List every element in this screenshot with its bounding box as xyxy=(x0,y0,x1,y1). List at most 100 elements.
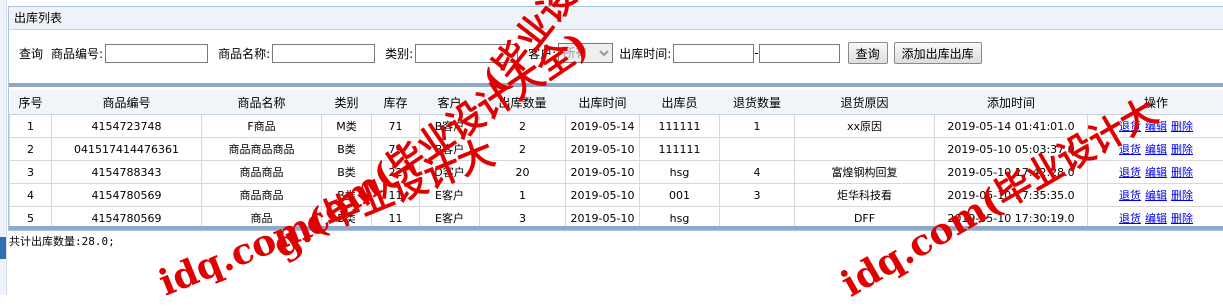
col-header: 出库时间 xyxy=(566,90,640,115)
query-label: 查询 xyxy=(19,45,43,62)
cell-return-reason xyxy=(795,138,935,161)
table-row: 4 4154780569 商品商品 B类 11 E客户 1 2019-05-10… xyxy=(10,184,1223,207)
cell-no: 1 xyxy=(10,115,52,138)
cell-added-time: 2019-05-14 01:41:01.0 xyxy=(935,115,1088,138)
cell-return-reason: 富煌钢构回复 xyxy=(795,161,935,184)
panel-title: 出库列表 xyxy=(9,7,1223,30)
product-name-input[interactable] xyxy=(272,44,375,63)
col-header: 退货数量 xyxy=(720,90,795,115)
cell-customer: E客户 xyxy=(420,184,480,207)
col-header: 出库员 xyxy=(640,90,720,115)
cell-return-reason: 炬华科技看 xyxy=(795,184,935,207)
col-header: 序号 xyxy=(10,90,52,115)
cell-customer: B客户 xyxy=(420,138,480,161)
cell-return-qty: 3 xyxy=(720,184,795,207)
product-code-input[interactable] xyxy=(105,44,208,63)
delete-link[interactable]: 删除 xyxy=(1171,189,1193,202)
customer-label: 客户: xyxy=(528,45,556,62)
outbound-list-panel: 出库列表 查询 商品编号: 商品名称: 类别: 客户: 所有 出库时间: - 查… xyxy=(8,6,1223,231)
cell-out-time: 2019-05-10 xyxy=(566,184,640,207)
category-label: 类别: xyxy=(385,45,413,62)
category-input[interactable] xyxy=(415,44,518,63)
cell-operator: hsg xyxy=(640,161,720,184)
cell-return-qty: 4 xyxy=(720,161,795,184)
cell-category: B类 xyxy=(322,138,372,161)
col-header: 商品编号 xyxy=(52,90,202,115)
cell-qty: 1 xyxy=(480,184,566,207)
delete-link[interactable]: 删除 xyxy=(1171,212,1193,225)
delete-link[interactable]: 删除 xyxy=(1171,143,1193,156)
cell-operator: 111111 xyxy=(640,138,720,161)
cell-qty: 2 xyxy=(480,115,566,138)
customer-select[interactable]: 所有 xyxy=(558,43,613,63)
cell-qty: 2 xyxy=(480,138,566,161)
cell-operator: 001 xyxy=(640,184,720,207)
col-header: 退货原因 xyxy=(795,90,935,115)
cell-code: 4154788343 xyxy=(52,161,202,184)
col-header: 出库数量 xyxy=(480,90,566,115)
cell-out-time: 2019-05-10 xyxy=(566,138,640,161)
cell-name: 商品商品商品 xyxy=(202,138,322,161)
return-link[interactable]: 退货 xyxy=(1119,120,1141,133)
col-header: 类别 xyxy=(322,90,372,115)
return-link[interactable]: 退货 xyxy=(1119,189,1141,202)
cell-stock: 11 xyxy=(372,184,420,207)
col-header: 操作 xyxy=(1088,90,1223,115)
cell-name: 商品商品 xyxy=(202,184,322,207)
edit-link[interactable]: 编辑 xyxy=(1145,120,1167,133)
cell-no: 2 xyxy=(10,138,52,161)
cell-added-time: 2019-05-10 17:35:35.0 xyxy=(935,184,1088,207)
cell-code: 4154723748 xyxy=(52,115,202,138)
cell-qty: 20 xyxy=(480,161,566,184)
cell-added-time: 2019-05-10 17:42:28.0 xyxy=(935,161,1088,184)
edit-link[interactable]: 编辑 xyxy=(1145,166,1167,179)
cell-name: F商品 xyxy=(202,115,322,138)
cell-return-qty xyxy=(720,138,795,161)
cell-no: 3 xyxy=(10,161,52,184)
cell-actions: 退货编辑删除 xyxy=(1088,161,1223,184)
cell-operator: 111111 xyxy=(640,115,720,138)
cell-code: 4154780569 xyxy=(52,184,202,207)
col-header: 客户 xyxy=(420,90,480,115)
code-label: 商品编号: xyxy=(51,45,103,62)
return-link[interactable]: 退货 xyxy=(1119,166,1141,179)
edit-link[interactable]: 编辑 xyxy=(1145,143,1167,156)
cell-category: B类 xyxy=(322,161,372,184)
cell-category: B类 xyxy=(322,184,372,207)
cell-out-time: 2019-05-10 xyxy=(566,161,640,184)
return-link[interactable]: 退货 xyxy=(1119,212,1141,225)
return-link[interactable]: 退货 xyxy=(1119,143,1141,156)
grid-top-band xyxy=(9,83,1223,87)
col-header: 库存 xyxy=(372,90,420,115)
date-from-input[interactable] xyxy=(673,44,754,63)
cell-added-time: 2019-05-10 05:03:37.0 xyxy=(935,138,1088,161)
cell-no: 4 xyxy=(10,184,52,207)
date-to-input[interactable] xyxy=(759,44,840,63)
delete-link[interactable]: 删除 xyxy=(1171,120,1193,133)
cell-actions: 退货编辑删除 xyxy=(1088,115,1223,138)
delete-link[interactable]: 删除 xyxy=(1171,166,1193,179)
frame-indicator xyxy=(0,237,6,259)
cell-category: M类 xyxy=(322,115,372,138)
outbound-table: 序号 商品编号 商品名称 类别 库存 客户 出库数量 出库时间 出库员 退货数量… xyxy=(9,90,1223,230)
table-row: 3 4154788343 商品商品 B类 22 D客户 20 2019-05-1… xyxy=(10,161,1223,184)
cell-actions: 退货编辑删除 xyxy=(1088,184,1223,207)
search-button[interactable]: 查询 xyxy=(848,42,888,64)
edit-link[interactable]: 编辑 xyxy=(1145,189,1167,202)
cell-out-time: 2019-05-14 xyxy=(566,115,640,138)
cell-customer: B客户 xyxy=(420,115,480,138)
cell-stock: 79 xyxy=(372,138,420,161)
left-frame-strip xyxy=(0,0,7,295)
total-outbound-summary: 共计出库数量:28.0; xyxy=(9,233,115,249)
cell-actions: 退货编辑删除 xyxy=(1088,138,1223,161)
table-row: 1 4154723748 F商品 M类 71 B客户 2 2019-05-14 … xyxy=(10,115,1223,138)
table-header-row: 序号 商品编号 商品名称 类别 库存 客户 出库数量 出库时间 出库员 退货数量… xyxy=(10,90,1223,115)
out-time-label: 出库时间: xyxy=(619,45,671,62)
table-row: 2 041517414476361 商品商品商品 B类 79 B客户 2 201… xyxy=(10,138,1223,161)
cell-name: 商品商品 xyxy=(202,161,322,184)
cell-return-qty: 1 xyxy=(720,115,795,138)
name-label: 商品名称: xyxy=(218,45,270,62)
edit-link[interactable]: 编辑 xyxy=(1145,212,1167,225)
cell-code: 041517414476361 xyxy=(52,138,202,161)
add-outbound-button[interactable]: 添加出库出库 xyxy=(894,42,982,64)
